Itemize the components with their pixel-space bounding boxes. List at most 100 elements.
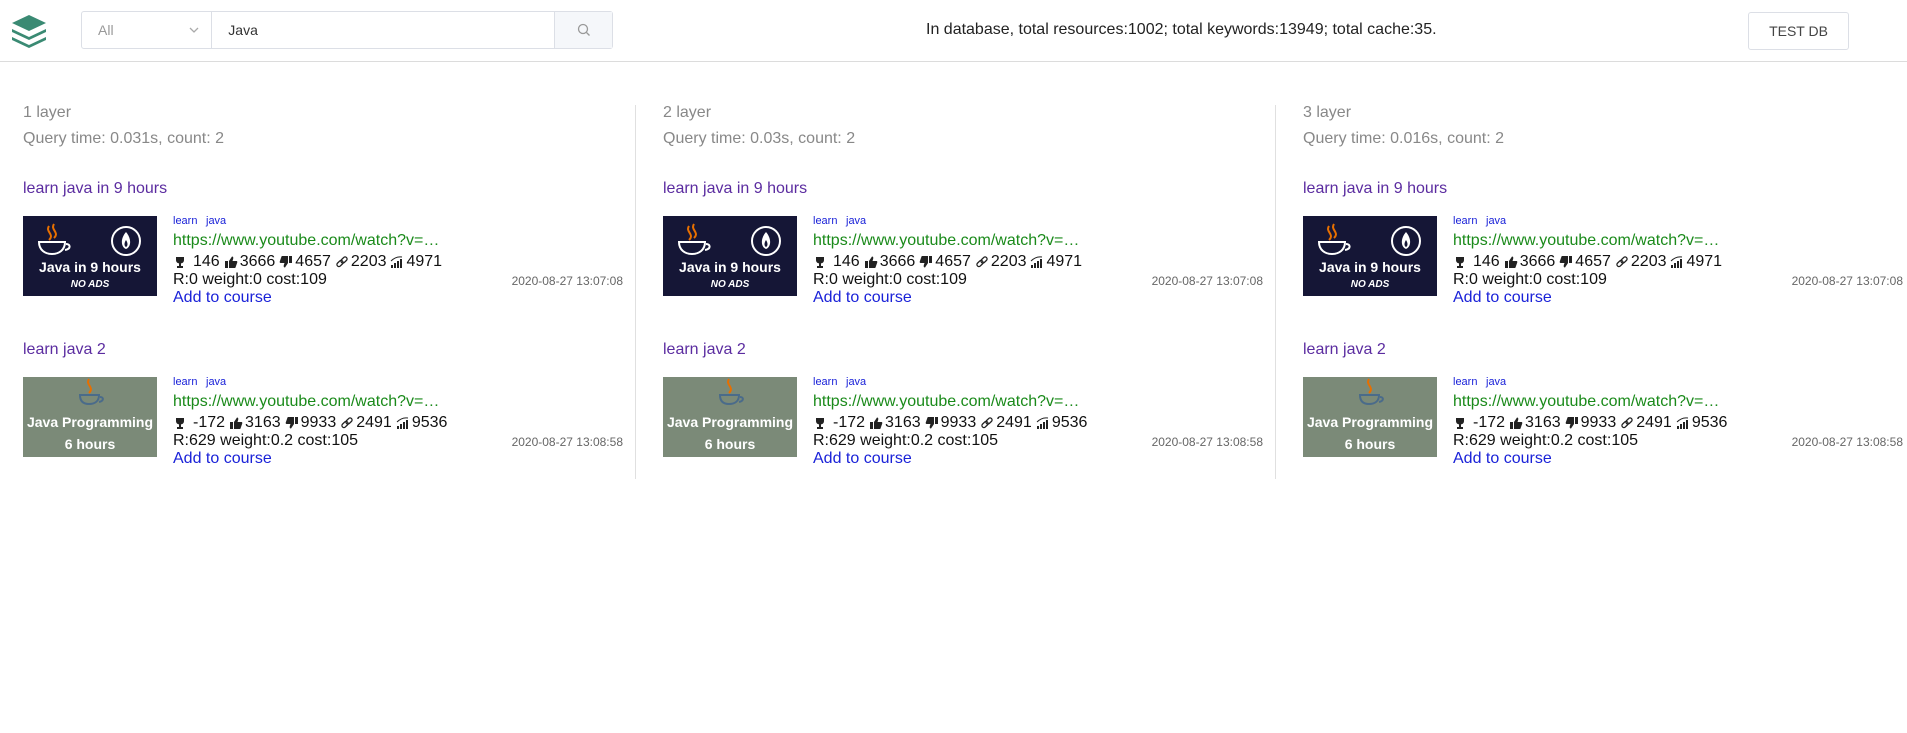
dislikes-value: 9933 — [300, 414, 337, 431]
result-url-link[interactable]: https://www.youtube.com/watch?v=… — [813, 393, 1083, 411]
search-button[interactable] — [554, 12, 612, 48]
keyword-tag-link[interactable]: learn — [1453, 376, 1477, 388]
signal-bars-icon — [1031, 256, 1043, 268]
keyword-tag-link[interactable]: learn — [173, 215, 197, 227]
dislikes-value: 4657 — [935, 253, 971, 270]
chevron-down-icon — [189, 27, 199, 33]
views-value: 4971 — [1046, 253, 1083, 270]
add-to-course-link[interactable]: Add to course — [173, 450, 272, 468]
add-to-course-link[interactable]: Add to course — [813, 289, 912, 307]
video-thumbnail[interactable]: Java Programming 6 hours — [1303, 377, 1437, 457]
result-title-link[interactable]: learn java in 9 hours — [23, 180, 167, 198]
thumbnail-title: Java in 9 hours — [1319, 259, 1421, 275]
thumbs-down-icon — [919, 256, 933, 268]
java-logo-image: Java Programming 6 hours — [23, 377, 157, 457]
rank-value: 146 — [833, 253, 860, 270]
result-title-link[interactable]: learn java in 9 hours — [1303, 180, 1447, 198]
keyword-tag-link[interactable]: java — [1486, 215, 1506, 227]
thumbs-down-icon — [285, 417, 298, 429]
views-value: 4971 — [406, 253, 443, 270]
keyword-tag-link[interactable]: learn — [173, 376, 197, 388]
result-title-link[interactable]: learn java 2 — [663, 341, 746, 359]
rank-weight-cost: R:0 weight:0 cost:109 — [1453, 271, 1607, 288]
links-metric: 2203 — [975, 253, 1026, 271]
result-title-link[interactable]: learn java 2 — [23, 341, 106, 359]
result-metrics: -172 3163 9933 2491 9536 — [1453, 414, 1731, 432]
keyword-tag-link[interactable]: java — [846, 215, 866, 227]
rank-metric: 146 — [813, 253, 860, 271]
top-bar: All In database, total resources:1002; t… — [0, 0, 1907, 62]
thumbs-down-icon — [1565, 417, 1578, 429]
keyword-tag-link[interactable]: java — [206, 376, 226, 388]
views-value: 9536 — [1051, 414, 1088, 431]
dislikes-metric: 9933 — [285, 414, 337, 432]
result-url-link[interactable]: https://www.youtube.com/watch?v=… — [1453, 393, 1723, 411]
links-value: 2203 — [350, 253, 387, 270]
add-to-course-link[interactable]: Add to course — [813, 450, 912, 468]
likes-metric: 3666 — [864, 253, 915, 271]
result-url-link[interactable]: https://www.youtube.com/watch?v=… — [1453, 232, 1723, 250]
trophy-icon — [816, 418, 824, 429]
keyword-tag-link[interactable]: learn — [813, 215, 837, 227]
thumbs-up-icon — [1510, 417, 1523, 429]
category-select[interactable]: All — [82, 12, 213, 48]
add-to-course-link[interactable]: Add to course — [1453, 450, 1552, 468]
video-thumbnail[interactable]: Java Programming 6 hours — [663, 377, 797, 457]
likes-metric: 3163 — [869, 414, 921, 432]
video-thumbnail[interactable]: Java in 9 hours NO ADS — [1303, 216, 1437, 296]
result-url-link[interactable]: https://www.youtube.com/watch?v=… — [173, 232, 443, 250]
add-to-course-link[interactable]: Add to course — [173, 289, 272, 307]
link-icon — [341, 417, 353, 429]
java-logo-image: Java in 9 hours NO ADS — [1317, 223, 1421, 290]
thumbnail-subtitle: NO ADS — [1351, 279, 1390, 290]
keyword-tag-link[interactable]: learn — [813, 376, 837, 388]
thumbs-up-icon — [1504, 256, 1518, 268]
thumbnail-subtitle: 6 hours — [705, 436, 756, 452]
rank-weight-cost: R:629 weight:0.2 cost:105 — [1453, 432, 1639, 449]
trophy-icon — [1456, 418, 1464, 429]
thumbnail-subtitle: NO ADS — [711, 279, 750, 290]
link-icon — [1621, 417, 1633, 429]
result-title-link[interactable]: learn java 2 — [1303, 341, 1386, 359]
java-logo-image: Java in 9 hours NO ADS — [677, 223, 781, 290]
result-metrics: -172 3163 9933 2491 9536 — [813, 414, 1091, 432]
thumbnail-subtitle: 6 hours — [1345, 436, 1396, 452]
video-thumbnail[interactable]: Java Programming 6 hours — [23, 377, 157, 457]
rank-value: -172 — [1473, 414, 1506, 431]
likes-metric: 3666 — [224, 253, 275, 271]
rank-weight-cost: R:0 weight:0 cost:109 — [173, 271, 327, 288]
links-value: 2491 — [356, 414, 392, 431]
thumbnail-title: Java Programming — [667, 414, 793, 430]
links-metric: 2203 — [1615, 253, 1666, 271]
search-input[interactable] — [212, 12, 555, 48]
add-to-course-link[interactable]: Add to course — [1453, 289, 1552, 307]
test-db-button[interactable]: TEST DB — [1748, 12, 1849, 50]
result-item: learn java 2 Java Programming 6 hours lea… — [1303, 341, 1903, 491]
video-thumbnail[interactable]: Java in 9 hours NO ADS — [23, 216, 157, 296]
keyword-tag-link[interactable]: java — [206, 215, 226, 227]
rank-value: -172 — [833, 414, 866, 431]
thumbs-up-icon — [864, 256, 878, 268]
links-value: 2491 — [996, 414, 1032, 431]
views-metric: 4971 — [1670, 253, 1722, 271]
result-metrics: 146 3666 4657 2203 4971 — [173, 253, 446, 271]
rank-weight-cost: R:629 weight:0.2 cost:105 — [173, 432, 359, 449]
result-url-link[interactable]: https://www.youtube.com/watch?v=… — [173, 393, 443, 411]
views-metric: 9536 — [396, 414, 447, 432]
keyword-tag-link[interactable]: java — [846, 376, 866, 388]
likes-metric: 3163 — [229, 414, 281, 432]
stack-logo-icon[interactable] — [10, 13, 48, 49]
thumbs-up-icon — [224, 256, 238, 268]
keyword-tag-link[interactable]: java — [1486, 376, 1506, 388]
link-icon — [336, 256, 348, 268]
signal-bars-icon — [391, 256, 403, 268]
views-metric: 9536 — [1036, 414, 1088, 432]
dislikes-metric: 4657 — [919, 253, 971, 271]
video-thumbnail[interactable]: Java in 9 hours NO ADS — [663, 216, 797, 296]
result-url-link[interactable]: https://www.youtube.com/watch?v=… — [813, 232, 1083, 250]
result-title-link[interactable]: learn java in 9 hours — [663, 180, 807, 198]
link-icon — [976, 256, 988, 268]
signal-bars-icon — [1671, 256, 1683, 268]
keyword-tag-link[interactable]: learn — [1453, 215, 1477, 227]
category-select-value: All — [98, 22, 114, 38]
